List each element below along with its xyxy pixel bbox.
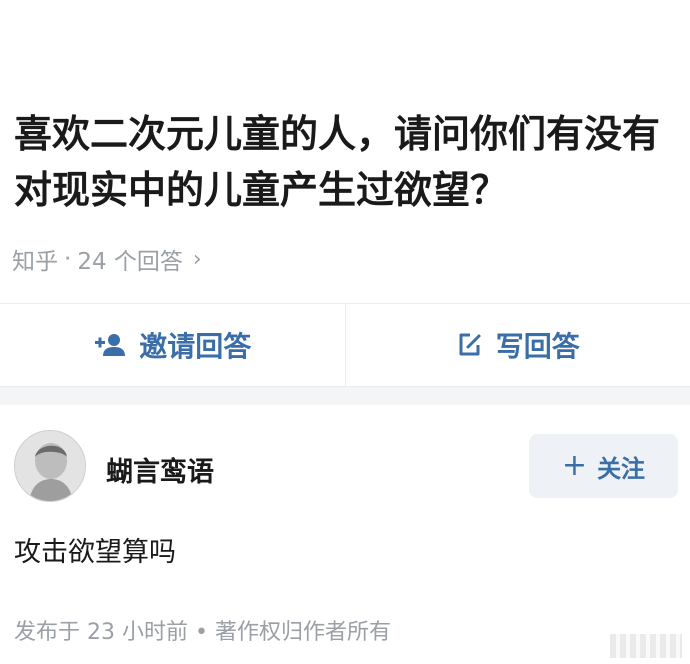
add-user-icon (93, 332, 127, 358)
answer-page: 喜欢二次元儿童的人，请问你们有没有对现实中的儿童产生过欲望？ 知乎 · 24 个… (0, 0, 690, 664)
meta-separator: · (64, 246, 72, 272)
answer-count: 24 个回答 (77, 249, 183, 275)
chevron-right-icon: › (192, 246, 202, 272)
write-answer-label: 写回答 (495, 330, 580, 363)
watermark-logo (610, 634, 682, 658)
edit-icon (456, 331, 484, 359)
answer-content[interactable]: 攻击欲望算吗 (14, 530, 176, 569)
follow-button[interactable]: + 关注 (529, 434, 678, 498)
follow-label: 关注 (597, 454, 646, 483)
answer-meta: 发布于 23 小时前 • 著作权归作者所有 (14, 620, 391, 645)
question-meta[interactable]: 知乎 · 24 个回答 › (12, 242, 202, 276)
author-row: 蝴言鸾语 + 关注 (0, 428, 690, 506)
action-bar: 邀请回答 写回答 (0, 303, 690, 387)
question-title[interactable]: 喜欢二次元儿童的人，请问你们有没有对现实中的儿童产生过欲望？ (14, 106, 679, 218)
plus-icon: + (561, 448, 588, 483)
invite-answer-button[interactable]: 邀请回答 (0, 304, 346, 386)
author-name[interactable]: 蝴言鸾语 (106, 450, 214, 489)
invite-answer-label: 邀请回答 (139, 330, 252, 363)
avatar[interactable] (14, 430, 86, 502)
source-label: 知乎 (12, 249, 58, 275)
write-answer-button[interactable]: 写回答 (346, 304, 690, 386)
section-divider (0, 387, 690, 405)
